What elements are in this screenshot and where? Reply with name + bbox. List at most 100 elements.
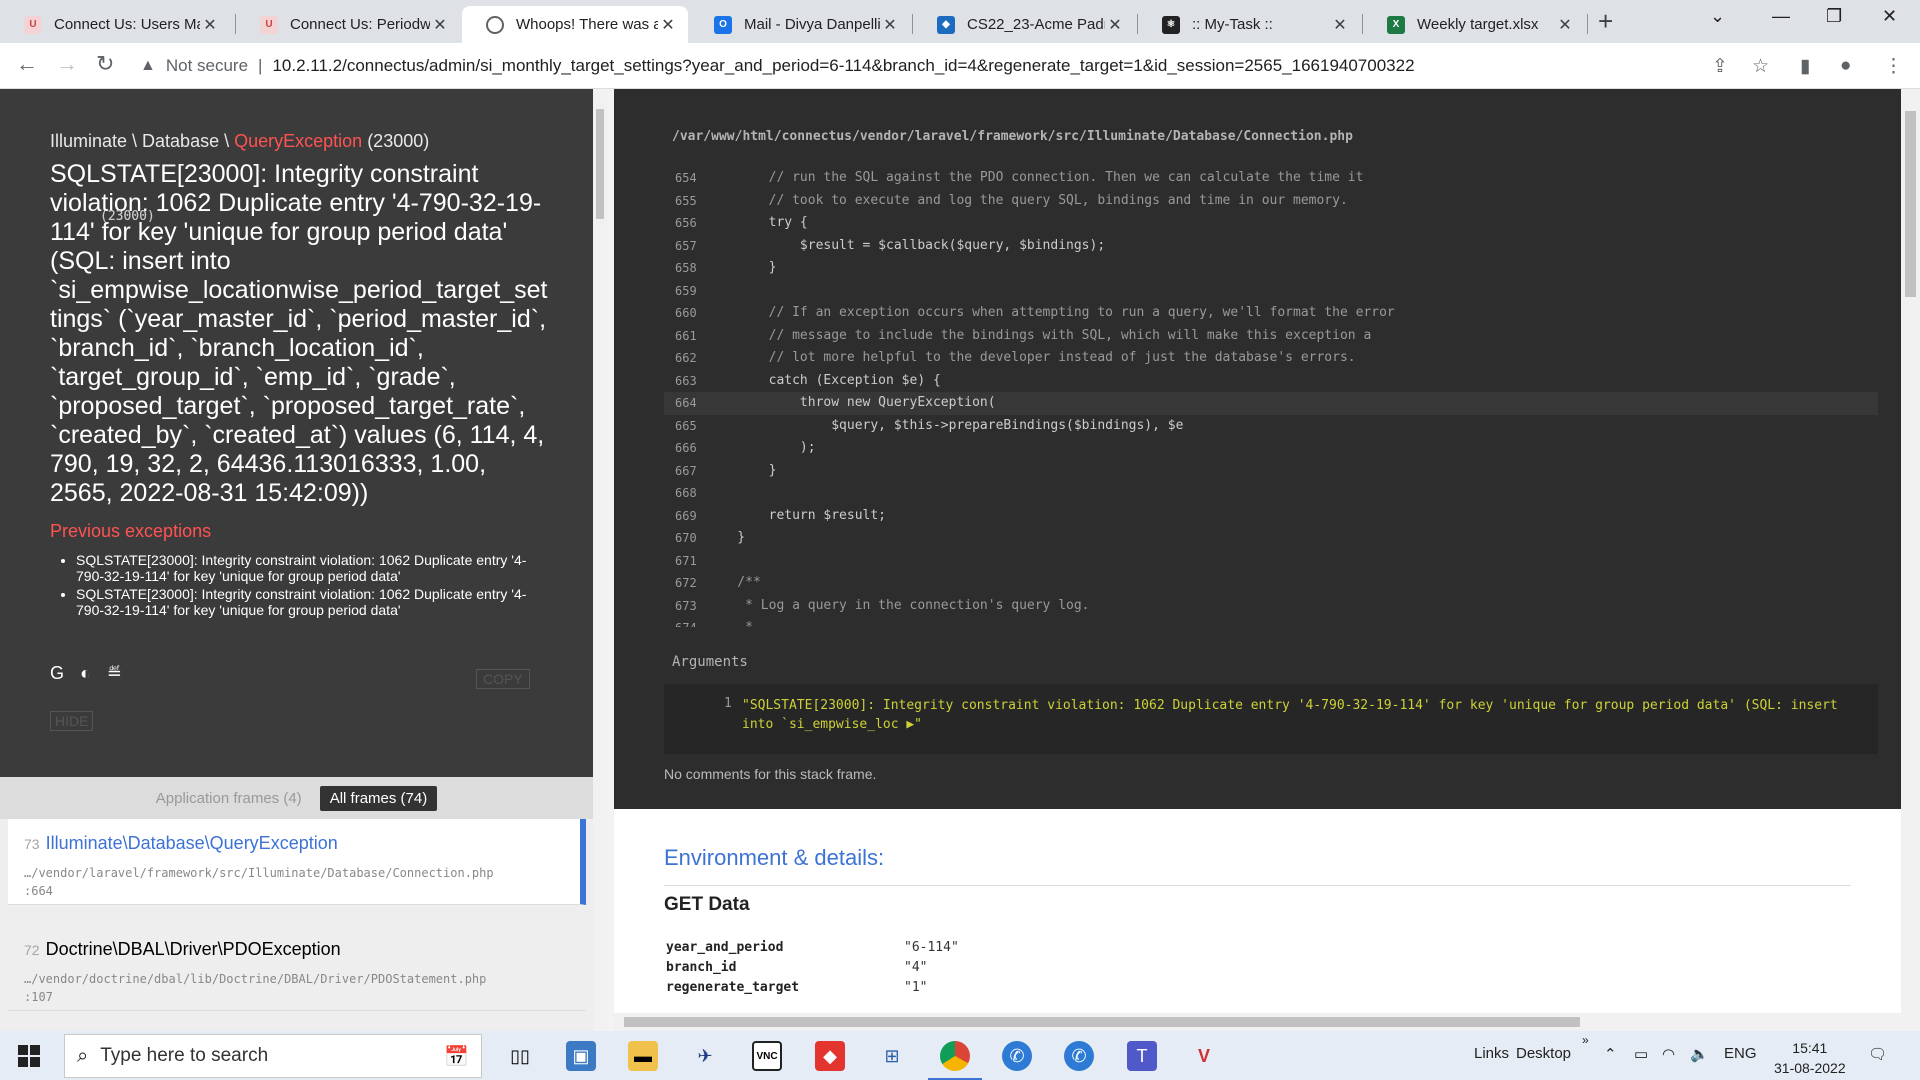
browser-tab[interactable]: U Connect Us: Periodwis ✕ [236,6,460,43]
frame-line-number: :107 [24,990,53,1004]
hide-button[interactable]: HIDE [50,711,94,731]
teams-icon[interactable]: T [1127,1041,1157,1071]
duckduckgo-search-icon[interactable]: ◐ [80,663,91,684]
profile-avatar-icon[interactable]: ● [1840,55,1851,77]
line-number: 658 [675,261,697,275]
code-file-path[interactable]: /var/www/html/connectus/vendor/laravel/f… [672,129,1353,144]
stackoverflow-search-icon[interactable]: ≝ [107,663,122,684]
app-icon[interactable]: V [1189,1041,1219,1071]
google-search-icon[interactable]: G [50,663,64,684]
show-hidden-icons-chevron-icon[interactable]: ⌃ [1604,1045,1617,1063]
minimize-icon[interactable]: — [1772,6,1790,27]
side-panel-icon[interactable]: ▮ [1800,55,1810,78]
language-indicator[interactable]: ENG [1724,1045,1757,1062]
battery-icon[interactable]: ▭ [1634,1045,1648,1063]
whoops-error-page: Illuminate \ Database \ QueryException (… [0,89,1920,1031]
line-number: 672 [675,576,697,590]
phone-app-icon[interactable]: ✆ [1064,1041,1094,1071]
stack-frame[interactable]: 72 Doctrine\DBAL\Driver\PDOException …/ve… [8,925,586,1011]
browser-tab[interactable]: U Connect Us: Users Ma ✕ [0,6,230,43]
line-source: } [706,530,746,545]
browser-tab[interactable]: ◆ CS22_23-Acme Padm ✕ [913,6,1135,43]
line-number: 665 [675,418,697,433]
browser-tab-active[interactable]: Whoops! There was a ✕ [462,6,688,43]
tab-application-frames[interactable]: Application frames (4) [156,790,302,807]
page-scrollbar[interactable] [1901,89,1920,1031]
argument-value[interactable]: "SQLSTATE[23000]: Integrity constraint v… [742,696,1862,734]
scrollbar-thumb[interactable] [596,109,604,219]
phone-app-icon[interactable]: ✆ [1002,1041,1032,1071]
left-scrollbar[interactable] [593,89,607,1031]
close-tab-icon[interactable]: ✕ [200,15,220,35]
app-icon[interactable]: ▣ [566,1041,596,1071]
windows-taskbar: ⌕ Type here to search 📅 ▯▯ ▣ ▬ ✈ VNC ◆ ⊞… [0,1031,1920,1080]
environment-title: Environment & details: [664,845,885,870]
browser-tab[interactable]: O Mail - Divya Danpelli ✕ [690,6,910,43]
desktop-toolbar[interactable]: Desktop [1516,1045,1571,1062]
wifi-icon[interactable]: ◠ [1662,1045,1675,1063]
tab-title: Connect Us: Users Ma [54,16,200,33]
toolbar-overflow-icon[interactable]: » [1582,1033,1589,1047]
line-number: 673 [675,598,697,613]
chrome-icon[interactable] [928,1041,982,1080]
argument-number: 1 [724,696,732,711]
calendar-widget-icon[interactable]: 📅 [444,1044,469,1069]
horizontal-scrollbar[interactable] [614,1013,1901,1031]
stack-frame-selected[interactable]: 73 Illuminate\Database\QueryException …/v… [8,819,586,905]
network-app-icon[interactable]: ✈ [690,1041,720,1071]
clock[interactable]: 15:41 31-08-2022 [1774,1038,1846,1078]
windows-start-icon[interactable] [18,1045,40,1072]
line-number: 654 [675,171,697,185]
line-source: // message to include the bindings with … [706,327,1372,343]
close-window-icon[interactable]: ✕ [1882,6,1897,27]
vnc-viewer-icon[interactable]: VNC [752,1041,782,1071]
code-listing: 654 // run the SQL against the PDO conne… [664,167,1878,627]
remote-desktop-icon[interactable]: ⊞ [877,1041,907,1071]
exception-breadcrumb: Illuminate \ Database \ QueryException (… [50,131,550,152]
get-data-key: branch_id [666,960,737,975]
copy-button[interactable]: COPY [476,669,530,689]
close-tab-icon[interactable]: ✕ [1330,15,1350,35]
bookmark-star-icon[interactable]: ☆ [1752,55,1769,78]
get-data-row: year_and_period "6-114" [666,940,959,955]
browser-tab[interactable]: X Weekly target.xlsx ✕ [1363,6,1585,43]
address-bar[interactable]: ▲ Not secure | 10.2.11.2/connectus/admin… [140,49,1720,83]
line-source: ); [706,440,816,455]
url-text[interactable]: 10.2.11.2/connectus/admin/si_monthly_tar… [272,56,1414,76]
reload-icon[interactable]: ↻ [96,51,114,77]
taskbar-search[interactable]: ⌕ Type here to search 📅 [64,1034,482,1078]
scrollbar-thumb[interactable] [1905,111,1916,297]
close-tab-icon[interactable]: ✕ [1555,15,1575,35]
volume-icon[interactable]: 🔈 [1690,1045,1709,1063]
security-label[interactable]: Not secure [166,56,248,76]
tab-all-frames[interactable]: All frames (74) [319,785,438,811]
forward-arrow-icon[interactable]: → [56,51,78,77]
close-tab-icon[interactable]: ✕ [658,15,678,35]
tab-search-chevron-icon[interactable]: ⌄ [1710,6,1725,27]
close-tab-icon[interactable]: ✕ [880,15,900,35]
clock-time: 15:41 [1792,1040,1828,1056]
code-line: 670 } [664,527,1878,550]
new-tab-button[interactable]: + [1598,8,1613,34]
browser-tab[interactable]: ⚛ :: My-Task :: ✕ [1138,6,1360,43]
scrollbar-thumb[interactable] [624,1017,1580,1027]
line-number: 671 [675,553,697,568]
menu-kebab-icon[interactable]: ⋮ [1884,55,1903,78]
warning-icon[interactable]: ▲ [140,57,156,75]
environment-details-panel: Environment & details: GET Data year_and… [614,809,1901,1031]
notification-icon[interactable]: 🗨 [1868,1045,1887,1063]
tab-title: Connect Us: Periodwis [290,16,430,33]
anydesk-icon[interactable]: ◆ [815,1041,845,1071]
close-tab-icon[interactable]: ✕ [430,15,450,35]
restore-icon[interactable]: ❐ [1826,6,1842,27]
search-placeholder: Type here to search [100,1045,269,1066]
get-data-row: regenerate_target "1" [666,980,927,995]
back-arrow-icon[interactable]: ← [16,51,38,77]
app-favicon-icon: ◆ [937,15,955,34]
task-view-icon[interactable]: ▯▯ [505,1041,535,1071]
close-tab-icon[interactable]: ✕ [1105,15,1125,35]
share-icon[interactable]: ⇪ [1712,55,1728,78]
links-toolbar[interactable]: Links [1474,1045,1509,1062]
exception-class: QueryException [234,131,363,151]
file-explorer-icon[interactable]: ▬ [628,1041,658,1071]
